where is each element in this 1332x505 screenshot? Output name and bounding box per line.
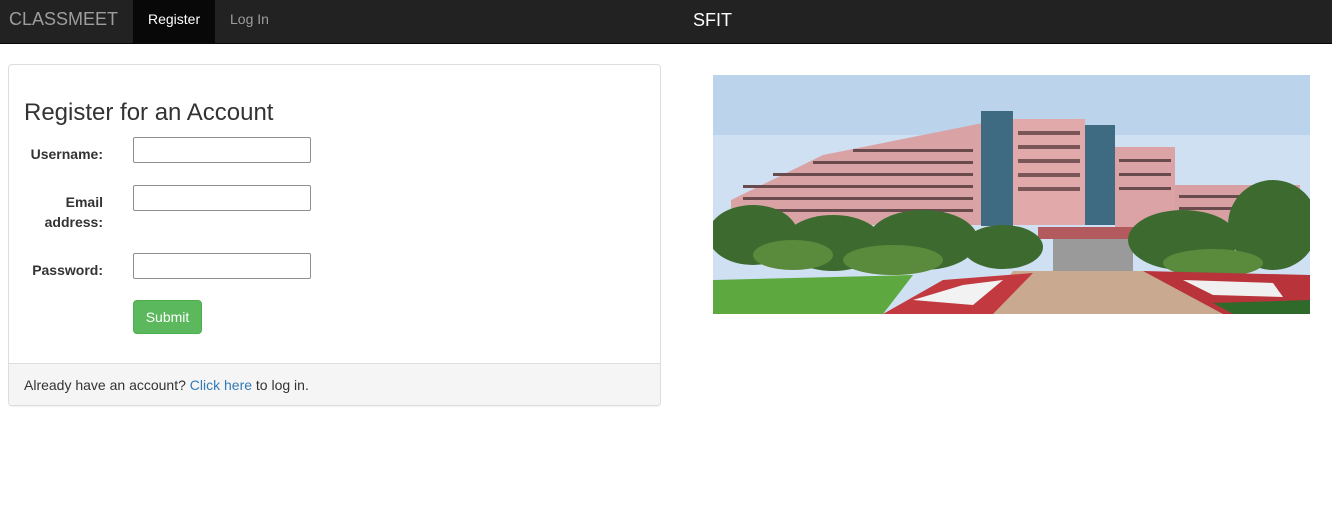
login-link[interactable]: Click here — [190, 377, 252, 393]
username-input[interactable] — [133, 137, 311, 163]
panel-footer: Already have an account? Click here to l… — [9, 363, 660, 405]
top-navbar: CLASSMEET Register Log In SFIT — [0, 0, 1332, 44]
submit-button[interactable]: Submit — [133, 300, 202, 334]
email-label-line-2: address: — [44, 214, 103, 230]
password-input[interactable] — [133, 253, 311, 279]
username-label: Username: — [30, 146, 103, 162]
footer-prefix-text: Already have an account? — [24, 377, 186, 393]
email-label-line-1: Email — [65, 194, 103, 210]
campus-building-illustration — [713, 75, 1310, 314]
register-panel: Register for an Account Username: Email … — [8, 64, 661, 406]
email-input[interactable] — [133, 185, 311, 211]
password-label: Password: — [32, 262, 103, 278]
page-title: Register for an Account — [24, 99, 274, 126]
email-label: Email address: — [9, 192, 103, 232]
footer-suffix-text: to log in. — [255, 377, 309, 393]
campus-photo — [713, 75, 1310, 314]
navbar-center-title: SFIT — [693, 10, 732, 30]
